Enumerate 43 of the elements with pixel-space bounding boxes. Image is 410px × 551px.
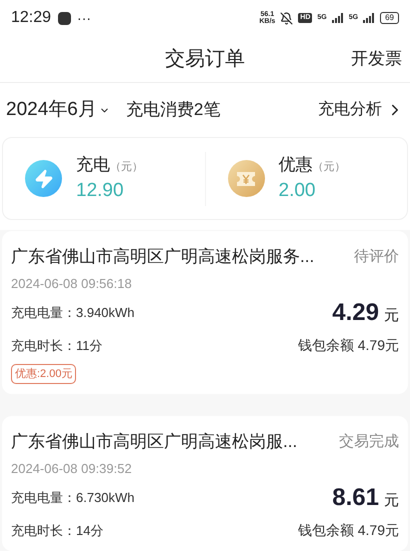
battery-indicator: 69 <box>380 12 399 24</box>
station-name: 广东省佛山市高明区广明高速松岗服务... <box>11 246 314 268</box>
currency-label: 元 <box>384 491 399 511</box>
signal-icon <box>363 13 376 23</box>
total-label: 优惠 <box>278 154 312 176</box>
order-status: 待评价 <box>354 246 399 266</box>
total-value: 2.00 <box>278 179 316 203</box>
currency-label: 元 <box>384 306 399 326</box>
unit-label: （元） <box>312 160 346 174</box>
page-title: 交易订单 <box>165 47 245 72</box>
order-amount: 8.61 <box>332 483 379 513</box>
duration-label: 充电时长： <box>11 336 76 355</box>
mute-icon <box>280 12 294 24</box>
signal-icon <box>332 13 344 23</box>
total-value: 12.90 <box>76 179 125 203</box>
total-label: 充电 <box>76 154 110 176</box>
order-card[interactable]: 广东省佛山市高明区广明高速松岗服务... 待评价 2024-06-08 09:56:18 充电电量：3.940kWh 4.29 元 充电时长：11分 钱包余额 4.79元 优惠:2.00元 <box>2 231 408 394</box>
status-dots: ··· <box>77 8 92 28</box>
station-name: 广东省佛山市高明区广明高速松岗服... <box>11 431 298 453</box>
energy-value: 3.940kWh <box>76 304 135 322</box>
order-time: 2024-06-08 09:56:18 <box>11 274 133 292</box>
order-card[interactable]: 广东省佛山市高明区广明高速松岗服... 交易完成 2024-06-08 09:39:52 充电电量：6.730kWh 8.61 元 充电时长：14分 钱包余额 4.79元 <box>2 416 408 551</box>
discount-tag: 优惠:2.00元 <box>11 364 76 384</box>
status-time: 12:29 <box>11 8 52 28</box>
duration-value: 14分 <box>76 522 104 540</box>
app-icon <box>58 12 72 24</box>
month-selector[interactable]: 2024年6月 <box>6 96 110 124</box>
wallet-balance: 钱包余额 4.79元 <box>298 521 399 540</box>
energy-value: 6.730kWh <box>76 489 135 508</box>
wallet-balance: 钱包余额 4.79元 <box>298 336 399 355</box>
duration-label: 充电时长： <box>11 522 76 540</box>
energy-label: 充电电量： <box>11 304 76 322</box>
energy-label: 充电电量： <box>11 489 76 508</box>
order-amount: 4.29 <box>332 298 379 328</box>
charge-analysis-link[interactable]: 充电分析 <box>318 98 404 122</box>
lightning-icon <box>25 160 62 197</box>
order-time: 2024-06-08 09:39:52 <box>11 460 133 478</box>
duration-value: 11分 <box>76 336 102 355</box>
order-status: 交易完成 <box>339 432 399 452</box>
unit-label: （元） <box>110 160 143 174</box>
charge-count: 充电消费2笔 <box>126 99 220 122</box>
invoice-button[interactable]: 开发票 <box>351 46 402 72</box>
coupon-icon <box>228 160 264 197</box>
